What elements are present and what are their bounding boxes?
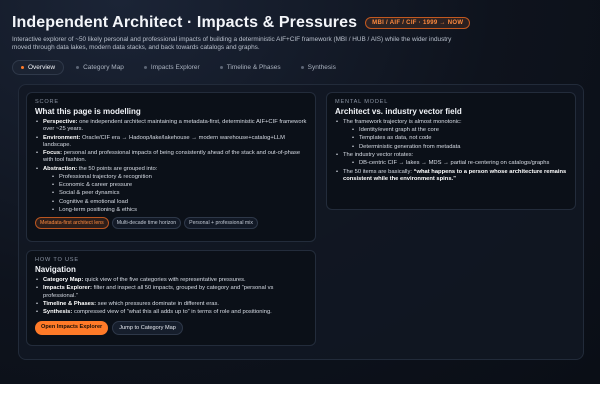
howto-actions: Open Impacts Explorer Jump to Category M… [35, 320, 307, 335]
list-item: Impacts Explorer: filter and inspect all… [35, 285, 307, 299]
score-kicker: SCORE [35, 99, 59, 105]
tab-bar: Overview Category Map Impacts Explorer T… [12, 60, 344, 75]
list-item: Environment: Oracle/CIF era → Hadoop/lak… [35, 135, 307, 149]
score-title: What this page is modelling [35, 107, 141, 116]
dot-icon [219, 66, 223, 69]
list-item: Abstraction: the 50 points are grouped i… [35, 166, 307, 214]
mental-list: The framework trajectory is almost monot… [335, 119, 567, 183]
list-item: Social & peer dynamics [43, 190, 307, 197]
list-item: Economic & career pressure [43, 182, 307, 189]
list-item: Long-term positioning & ethics [43, 207, 307, 214]
page-subtitle: Interactive explorer of ~50 likely perso… [12, 36, 452, 52]
tab-impacts-explorer[interactable]: Impacts Explorer [136, 60, 208, 75]
list-item: Synthesis: compressed view of “what this… [35, 309, 307, 316]
mental-model-card: MENTAL MODEL Architect vs. industry vect… [326, 92, 576, 210]
mental-kicker: MENTAL MODEL [335, 99, 389, 105]
tag-chips: Metadata-first architect lens Multi-deca… [35, 217, 307, 229]
tab-overview[interactable]: Overview [12, 60, 65, 75]
navigation-list: Category Map: quick view of the five cat… [35, 277, 307, 317]
dot-icon [143, 66, 147, 69]
mental-title: Architect vs. industry vector field [335, 107, 462, 116]
chip-metadata-lens: Metadata-first architect lens [35, 217, 109, 229]
tab-category-map[interactable]: Category Map [68, 60, 132, 75]
page-header: Independent Architect · Impacts & Pressu… [12, 14, 588, 53]
dot-icon [76, 66, 80, 69]
jump-category-map-button[interactable]: Jump to Category Map [112, 320, 183, 335]
era-badge: MBI / AIF / CIF · 1999 → NOW [365, 17, 471, 29]
tab-synthesis[interactable]: Synthesis [293, 60, 344, 75]
score-card: SCORE What this page is modelling Perspe… [26, 92, 316, 242]
list-item: Identity/event graph at the core [343, 127, 567, 134]
dot-icon [300, 66, 304, 69]
list-item: Focus: personal and professional impacts… [35, 150, 307, 164]
list-item: Timeline & Phases: see which pressures d… [35, 301, 307, 308]
open-impacts-explorer-button[interactable]: Open Impacts Explorer [35, 320, 109, 335]
list-item: Category Map: quick view of the five cat… [35, 277, 307, 284]
list-item: Templates as data, not code [343, 135, 567, 142]
tab-timeline-phases[interactable]: Timeline & Phases [212, 60, 289, 75]
page-title: Independent Architect · Impacts & Pressu… [12, 14, 358, 31]
list-item: The framework trajectory is almost monot… [335, 119, 567, 151]
howto-title: Navigation [35, 265, 76, 274]
howto-kicker: HOW TO USE [35, 257, 79, 263]
chip-time-horizon: Multi-decade time horizon [111, 217, 182, 229]
score-list: Perspective: one independent architect m… [35, 119, 307, 214]
list-item: The industry vector rotates: DB-centric … [335, 152, 567, 168]
category-group-list: Professional trajectory & recognition Ec… [43, 174, 307, 214]
list-item: The 50 items are basically: “what happen… [335, 169, 567, 183]
list-item: Perspective: one independent architect m… [35, 119, 307, 133]
how-to-use-card: HOW TO USE Navigation Category Map: quic… [26, 250, 316, 346]
app-window: Independent Architect · Impacts & Pressu… [0, 0, 600, 384]
list-item: DB-centric CIF → lakes → MDS → partial r… [343, 160, 567, 167]
list-item: Professional trajectory & recognition [43, 174, 307, 181]
chip-personal-professional: Personal + professional mix [184, 217, 258, 229]
list-item: Cognitive & emotional load [43, 199, 307, 206]
list-item: Deterministic generation from metadata [343, 144, 567, 151]
active-dot-icon [21, 66, 24, 69]
